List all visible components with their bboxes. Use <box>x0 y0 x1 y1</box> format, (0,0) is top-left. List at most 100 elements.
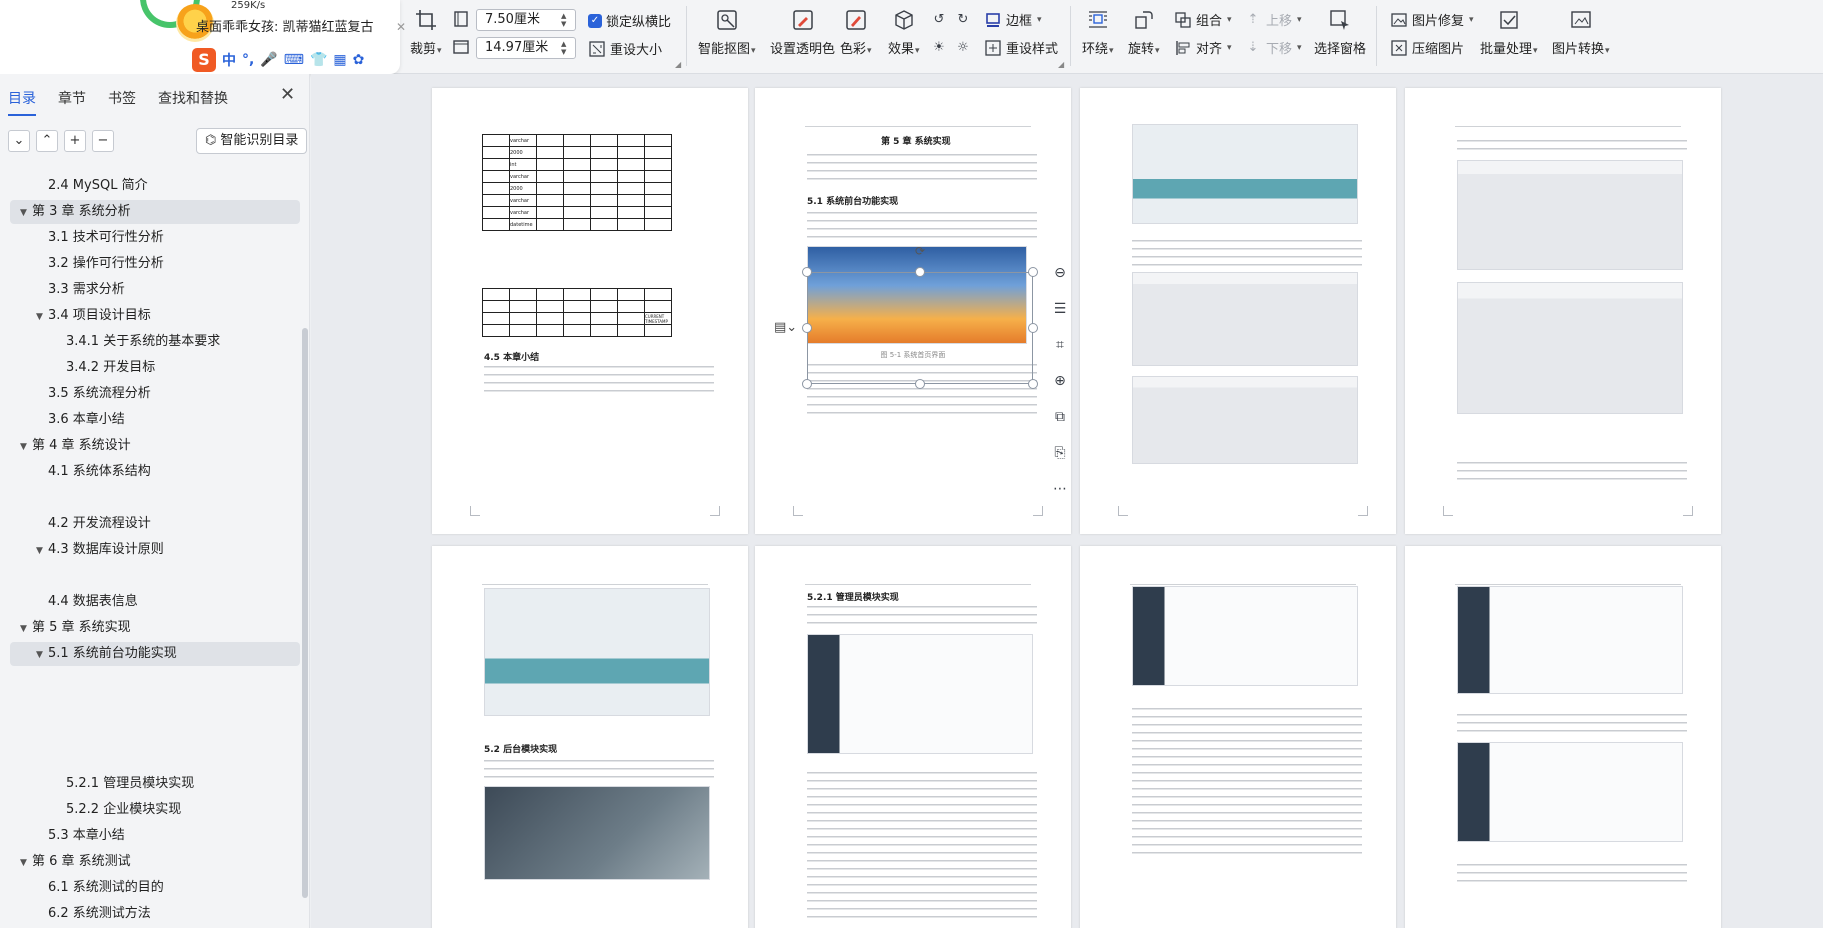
layout-options-icon[interactable]: ▤⌄ <box>774 320 797 335</box>
resize-handle[interactable] <box>1028 267 1038 277</box>
batch-button[interactable]: 批量处理▾ <box>1480 8 1538 57</box>
resize-handle[interactable] <box>802 267 812 277</box>
tab-chapters[interactable]: 章节 <box>58 88 86 116</box>
microphone-icon[interactable]: 🎤 <box>260 52 277 68</box>
group-button[interactable]: 组合 ▾ <box>1174 10 1232 29</box>
add-icon[interactable]: + <box>64 130 86 152</box>
dialog-launcher-icon[interactable]: ◢ <box>1058 60 1064 69</box>
toc-item[interactable]: 4.1 系统体系结构 <box>10 460 300 484</box>
toc-item[interactable]: 5.3 本章小结 <box>10 824 300 848</box>
toc-item[interactable]: 3.1 技术可行性分析 <box>10 226 300 250</box>
skin-icon[interactable]: 👕 <box>310 52 327 68</box>
wrap-button[interactable]: 环绕▾ <box>1082 8 1114 57</box>
toc-item[interactable]: 6.2 系统测试方法 <box>10 902 300 926</box>
brightness-down-icon[interactable]: ☼ <box>954 38 972 56</box>
crop-button[interactable]: 裁剪▾ <box>410 8 442 57</box>
convert-button[interactable]: 图片转换▾ <box>1552 8 1610 57</box>
set-transparent-button[interactable]: 设置透明色 <box>770 8 835 57</box>
page-thumbnail[interactable] <box>1405 546 1721 928</box>
image-repair-button[interactable]: 图片修复 ▾ <box>1390 10 1474 29</box>
expand-triangle-icon[interactable]: ▼ <box>20 435 32 459</box>
toc-item[interactable]: 3.4.2 开发目标 <box>10 356 300 380</box>
image-extract-icon[interactable]: ⎘ <box>1049 442 1071 464</box>
toc-item[interactable]: ▼ 第 5 章 系统实现 <box>10 616 300 640</box>
zoom-icon[interactable]: ⊕ <box>1049 370 1071 392</box>
border-button[interactable]: 边框 ▾ <box>984 10 1042 29</box>
close-pane-icon[interactable]: ✕ <box>280 84 295 105</box>
ime-mode-chinese[interactable]: 中 <box>222 50 236 70</box>
height-input[interactable]: 14.97厘米 ▲ ▼ <box>476 37 576 59</box>
page-thumbnail[interactable] <box>1080 88 1396 534</box>
toc-item[interactable]: 6.1 系统测试的目的 <box>10 876 300 900</box>
tab-bookmarks[interactable]: 书签 <box>108 88 136 116</box>
resize-handle[interactable] <box>1028 379 1038 389</box>
dialog-launcher-icon[interactable]: ◢ <box>675 60 681 69</box>
image-selection-frame[interactable] <box>807 272 1033 384</box>
rotate-right-icon[interactable]: ↻ <box>954 10 972 28</box>
expand-triangle-icon[interactable]: ▼ <box>20 617 32 641</box>
toc-item[interactable]: ▼ 4.3 数据库设计原则 <box>10 538 300 562</box>
selection-pane-button[interactable]: 选择窗格 <box>1314 8 1366 57</box>
toc-item[interactable]: 3.6 本章小结 <box>10 408 300 432</box>
expand-triangle-icon[interactable]: ▼ <box>20 851 32 875</box>
compress-button[interactable]: 压缩图片 <box>1390 38 1464 57</box>
rotate-button[interactable]: 旋转▾ <box>1128 8 1160 57</box>
resize-handle[interactable] <box>915 379 925 389</box>
width-spinner-icon[interactable]: ▲ ▼ <box>561 10 573 30</box>
reset-style-button[interactable]: 重设样式 <box>984 38 1058 57</box>
ime-punctuation-icon[interactable]: °, <box>242 52 254 68</box>
keyboard-icon[interactable]: ⌨ <box>284 52 304 68</box>
toc-item[interactable]: 3.2 操作可行性分析 <box>10 252 300 276</box>
align-button[interactable]: 对齐 ▾ <box>1174 38 1232 57</box>
expand-triangle-icon[interactable]: ▼ <box>20 201 32 225</box>
remove-icon[interactable]: − <box>92 130 114 152</box>
toc-item[interactable]: 5.2.2 企业模块实现 <box>10 798 300 822</box>
minus-circle-icon[interactable]: ⊖ <box>1049 262 1071 284</box>
rotate-handle-icon[interactable]: ⟳ <box>915 244 925 258</box>
expand-triangle-icon[interactable]: ▼ <box>36 539 48 563</box>
toc-item[interactable]: 4.4 数据表信息 <box>10 590 300 614</box>
document-canvas[interactable]: varchar 2000 int varchar 2000 varchar va… <box>311 74 1823 928</box>
toc-item[interactable]: ▼ 第 6 章 系统测试 <box>10 850 300 874</box>
toc-item[interactable]: 4.2 开发流程设计 <box>10 512 300 536</box>
page-thumbnail[interactable]: varchar 2000 int varchar 2000 varchar va… <box>432 88 748 534</box>
toc-item[interactable]: ▼ 3.4 项目设计目标 <box>10 304 300 328</box>
tab-find-replace[interactable]: 查找和替换 <box>158 88 228 116</box>
tab-toc[interactable]: 目录 <box>8 88 36 116</box>
reset-size-button[interactable]: 重设大小 <box>588 39 662 58</box>
crop-icon[interactable]: ⌗ <box>1049 334 1071 356</box>
resize-handle[interactable] <box>802 323 812 333</box>
page-thumbnail[interactable] <box>1405 88 1721 534</box>
height-spinner-icon[interactable]: ▲ ▼ <box>561 38 573 58</box>
replace-image-icon[interactable]: ⧉ <box>1049 406 1071 428</box>
toc-item[interactable]: 5.2.1 管理员模块实现 <box>10 772 300 796</box>
page-thumbnail[interactable] <box>1080 546 1396 928</box>
close-icon[interactable]: ✕ <box>396 20 406 34</box>
brightness-up-icon[interactable]: ☀ <box>930 38 948 56</box>
toc-scrollbar[interactable] <box>302 328 308 898</box>
page-thumbnail[interactable]: 5.2.1 管理员模块实现 <box>755 546 1071 928</box>
notification-text[interactable]: 桌面乖乖女孩: 凯蒂猫红蓝复古 <box>196 16 374 35</box>
toc-item[interactable]: ▼ 第 3 章 系统分析 <box>10 200 300 224</box>
toc-item[interactable]: 3.5 系统流程分析 <box>10 382 300 406</box>
expand-triangle-icon[interactable]: ▼ <box>36 643 48 667</box>
width-input[interactable]: 7.50厘米 ▲ ▼ <box>476 9 576 31</box>
collapse-icon[interactable]: ⌄ <box>8 130 30 152</box>
grid-menu-icon[interactable]: ▦ <box>333 52 346 68</box>
rotate-left-icon[interactable]: ↺ <box>930 10 948 28</box>
toc-item[interactable]: ▼ 第 4 章 系统设计 <box>10 434 300 458</box>
effect-button[interactable]: 效果▾ <box>888 8 920 57</box>
wrap-layout-icon[interactable]: ☰ <box>1049 298 1071 320</box>
toc-item[interactable]: 3.3 需求分析 <box>10 278 300 302</box>
page-thumbnail[interactable]: 5.2 后台模块实现 <box>432 546 748 928</box>
resize-handle[interactable] <box>802 379 812 389</box>
toc-item-current[interactable]: ▼ 5.1 系统前台功能实现 <box>10 642 300 666</box>
sogou-logo-icon[interactable]: S <box>192 48 216 72</box>
expand-triangle-icon[interactable]: ▼ <box>36 305 48 329</box>
smart-toc-button[interactable]: ⌬ 智能识别目录 <box>196 128 308 154</box>
expand-up-icon[interactable]: ⌃ <box>36 130 58 152</box>
smart-cutout-button[interactable]: 智能抠图▾ <box>698 8 756 57</box>
toc-item[interactable]: 3.4.1 关于系统的基本要求 <box>10 330 300 354</box>
toc-item[interactable]: 2.4 MySQL 简介 <box>10 174 300 198</box>
resize-handle[interactable] <box>915 267 925 277</box>
